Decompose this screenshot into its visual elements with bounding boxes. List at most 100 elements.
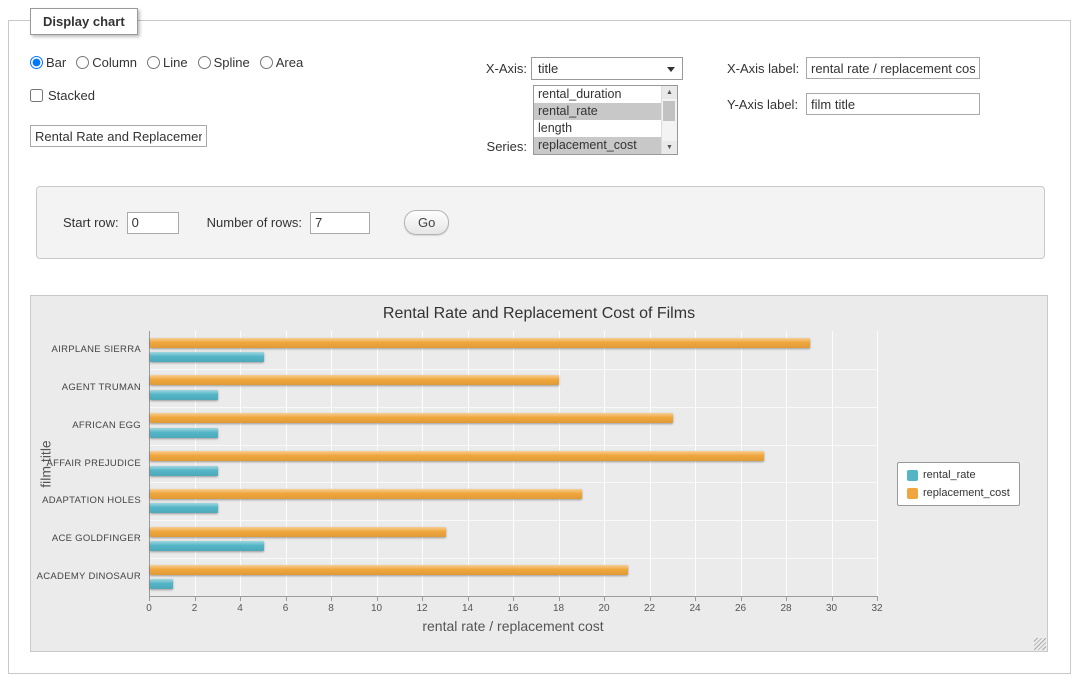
fieldset-legend-label: Display chart: [43, 14, 125, 29]
series-select-label: Series:: [455, 139, 527, 154]
x-tick-label: 22: [635, 603, 665, 614]
tick-mark: [513, 597, 514, 601]
gridline: [513, 331, 514, 596]
tick-mark: [877, 597, 878, 601]
stacked-label: Stacked: [48, 88, 95, 103]
gridline: [695, 331, 696, 596]
tick-mark: [286, 597, 287, 601]
series-multiselect[interactable]: rental_durationrental_ratelengthreplacem…: [533, 85, 678, 155]
legend-item-rental_rate[interactable]: rental_rate: [907, 469, 1010, 481]
stacked-row: Stacked: [30, 88, 95, 103]
gridline: [877, 331, 878, 596]
tick-mark: [832, 597, 833, 601]
chart-type-label: Column: [92, 55, 137, 70]
number-of-rows-input[interactable]: [310, 212, 370, 234]
x-tick-label: 24: [680, 603, 710, 614]
category-label: AIRPLANE SIERRA: [31, 344, 141, 355]
x-tick-label: 30: [817, 603, 847, 614]
tick-mark: [377, 597, 378, 601]
series-option-length[interactable]: length: [534, 120, 662, 137]
legend-label: replacement_cost: [923, 487, 1010, 499]
chart-type-option-column: Column: [76, 55, 137, 70]
bar-rental_rate: [150, 503, 218, 513]
chart-type-option-line: Line: [147, 55, 188, 70]
gridline: [786, 331, 787, 596]
tick-mark: [149, 597, 150, 601]
x-axis-label-input[interactable]: [806, 57, 980, 79]
gridline: [468, 331, 469, 596]
page: Display chart Bar Column Line Spline Area St…: [0, 0, 1081, 681]
chart-type-option-area: Area: [260, 55, 303, 70]
x-axis-select-label: X-Axis:: [455, 61, 527, 76]
gridline: [150, 482, 878, 483]
series-option-rental_rate[interactable]: rental_rate: [534, 103, 662, 120]
gridline: [741, 331, 742, 596]
tick-mark: [559, 597, 560, 601]
bar-replacement_cost: [150, 451, 764, 461]
number-of-rows-label: Number of rows:: [207, 215, 302, 230]
tick-mark: [468, 597, 469, 601]
x-tick-label: 20: [589, 603, 619, 614]
gridline: [240, 331, 241, 596]
chart-type-label: Spline: [214, 55, 250, 70]
gridline: [150, 369, 878, 370]
y-axis-label-input[interactable]: [806, 93, 980, 115]
chart-panel: Rental Rate and Replacement Cost of Film…: [30, 295, 1048, 652]
chart-type-radio-line[interactable]: [147, 56, 160, 69]
chart-type-option-spline: Spline: [198, 55, 250, 70]
tick-mark: [195, 597, 196, 601]
chart-type-radio-column[interactable]: [76, 56, 89, 69]
series-option-rental_duration[interactable]: rental_duration: [534, 86, 662, 103]
legend-item-replacement_cost[interactable]: replacement_cost: [907, 487, 1010, 499]
tick-mark: [240, 597, 241, 601]
legend-swatch: [907, 470, 918, 481]
x-axis-label-caption: X-Axis label:: [727, 61, 799, 76]
gridline: [650, 331, 651, 596]
start-row-input[interactable]: [127, 212, 179, 234]
chart-type-label: Line: [163, 55, 188, 70]
gridline: [377, 331, 378, 596]
chart-type-radio-spline[interactable]: [198, 56, 211, 69]
x-tick-label: 10: [362, 603, 392, 614]
series-option-replacement_cost[interactable]: replacement_cost: [534, 137, 662, 154]
bar-rental_rate: [150, 352, 264, 362]
bar-replacement_cost: [150, 489, 582, 499]
chevron-down-icon: [667, 67, 675, 72]
gridline: [150, 558, 878, 559]
category-label: AFFAIR PREJUDICE: [31, 458, 141, 469]
x-tick-label: 4: [225, 603, 255, 614]
category-label: AFRICAN EGG: [31, 420, 141, 431]
gridline: [604, 331, 605, 596]
chart-type-option-bar: Bar: [30, 55, 66, 70]
stacked-checkbox[interactable]: [30, 89, 43, 102]
gridline: [832, 331, 833, 596]
category-label: ACE GOLDFINGER: [31, 533, 141, 544]
tick-mark: [741, 597, 742, 601]
chart-type-radio-bar[interactable]: [30, 56, 43, 69]
bar-rental_rate: [150, 390, 218, 400]
chart-title-input[interactable]: [30, 125, 207, 147]
scrollbar[interactable]: ▲ ▼: [661, 86, 677, 154]
gridline: [150, 520, 878, 521]
scroll-up-icon[interactable]: ▲: [662, 86, 677, 99]
x-tick-label: 6: [271, 603, 301, 614]
scroll-down-icon[interactable]: ▼: [662, 141, 677, 154]
resize-handle-icon[interactable]: [1034, 638, 1046, 650]
fieldset-legend: Display chart: [30, 8, 138, 35]
tick-mark: [695, 597, 696, 601]
chart-type-radio-area[interactable]: [260, 56, 273, 69]
bar-replacement_cost: [150, 338, 810, 348]
start-row-label: Start row:: [63, 215, 119, 230]
category-label: ACADEMY DINOSAUR: [31, 571, 141, 582]
gridline: [422, 331, 423, 596]
x-tick-label: 12: [407, 603, 437, 614]
go-button[interactable]: Go: [404, 210, 449, 235]
scrollbar-thumb[interactable]: [663, 101, 675, 121]
x-tick-label: 16: [498, 603, 528, 614]
chart-type-radio-group: Bar Column Line Spline Area: [30, 55, 303, 70]
tick-mark: [786, 597, 787, 601]
gridline: [559, 331, 560, 596]
x-axis-select[interactable]: title: [531, 57, 683, 80]
chart-type-label: Area: [276, 55, 303, 70]
chart-type-label: Bar: [46, 55, 66, 70]
